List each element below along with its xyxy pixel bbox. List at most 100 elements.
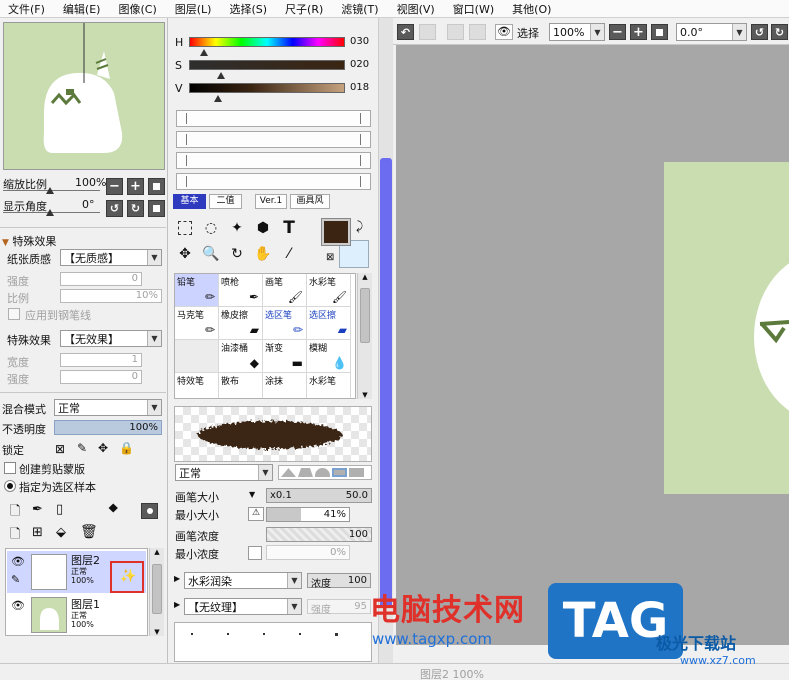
menu-item[interactable]: 窗口(W) (445, 0, 504, 17)
opacity-slider[interactable]: 100% (54, 420, 162, 435)
rotate-left-button[interactable]: ↺ (106, 200, 123, 217)
navigator-preview[interactable] (3, 22, 165, 170)
eye-icon[interactable]: 👁 (11, 599, 25, 612)
scroll-thumb[interactable] (360, 288, 370, 343)
menu-item[interactable]: 视图(V) (389, 0, 445, 17)
color-slider-row[interactable] (176, 173, 371, 190)
brush-cell[interactable]: 橡皮擦 ▰ (219, 307, 263, 340)
rotate-reset-button[interactable] (148, 200, 165, 217)
lasso-icon[interactable]: ◌ (201, 218, 221, 238)
brush-cell[interactable] (175, 340, 219, 373)
transparent-color-icon[interactable]: ⊠ (326, 252, 334, 263)
saturation-slider[interactable] (189, 60, 345, 70)
toolbar-zoom-reset-button[interactable] (651, 24, 668, 40)
brush-cell[interactable]: 模糊 💧 (307, 340, 351, 373)
undo-button[interactable]: ↶ (397, 24, 414, 40)
texture-select[interactable]: 【无纹理】 ▼ (184, 598, 302, 615)
hue-slider-handle[interactable] (200, 49, 208, 56)
menu-item[interactable]: 滤镜(T) (333, 0, 388, 17)
color-slider-row[interactable] (176, 110, 371, 127)
tab-basic[interactable]: 基本 (173, 194, 206, 209)
magic-wand-icon[interactable]: ✨ (120, 569, 136, 584)
brush-cell[interactable]: 特效笔 (175, 373, 219, 398)
canvas-area[interactable] (396, 45, 789, 645)
scroll-down-icon[interactable]: ▼ (150, 628, 164, 636)
invert-selection-button[interactable] (469, 24, 486, 40)
zoom-reset-button[interactable] (148, 178, 165, 195)
brush-size-slider[interactable]: x0.1 50.0 (266, 488, 372, 503)
saturation-slider-handle[interactable] (217, 72, 225, 79)
text-icon[interactable]: T (279, 218, 299, 238)
new-folder-icon[interactable]: ▯ (56, 502, 63, 517)
brush-cell[interactable]: 涂抹 (263, 373, 307, 398)
brush-shape-option[interactable] (332, 468, 347, 477)
width-field[interactable]: 1 (60, 353, 142, 367)
rotate-tool-icon[interactable]: ↻ (227, 244, 247, 264)
apply-pen-checkbox[interactable] (8, 308, 20, 320)
layer-row[interactable]: 👁 图层1 正常 100% (7, 595, 146, 635)
scroll-thumb[interactable] (152, 564, 162, 614)
min-size-slider[interactable]: 41% (266, 507, 350, 522)
shape-icon[interactable]: ⬢ (253, 218, 273, 238)
transfer-down-icon[interactable]: ⯁ (108, 502, 118, 517)
brush-cell[interactable]: 水彩笔 (307, 373, 351, 398)
blend-density-slider[interactable]: 浓度 100 (307, 573, 371, 590)
menu-item[interactable]: 编辑(E) (55, 0, 111, 17)
lock-move-icon[interactable]: ✥ (98, 441, 108, 455)
toolbar-zoom-out-button[interactable]: − (609, 24, 626, 40)
canvas-document[interactable] (664, 162, 789, 494)
lock-paint-icon[interactable]: ✎ (77, 441, 87, 455)
texture-strength-slider[interactable]: 强度 95 (307, 599, 371, 616)
paper-texture-select[interactable]: 【无质感】 ▼ (60, 249, 162, 266)
zoom-in-button[interactable]: + (127, 178, 144, 195)
strength-field[interactable]: 0 (60, 272, 142, 286)
brush-grid-scrollbar[interactable]: ▲ ▼ (357, 273, 372, 399)
foreground-color-swatch[interactable] (321, 218, 351, 246)
hand-icon[interactable]: ✋ (253, 244, 273, 264)
swap-colors-icon[interactable]: ⤸ (356, 219, 363, 234)
brush-cell[interactable]: 马克笔 ✏ (175, 307, 219, 340)
zoom-select[interactable]: 100% ▼ (549, 23, 605, 41)
color-slider-row[interactable] (176, 131, 371, 148)
size-dropdown-icon[interactable]: ▼ (249, 490, 255, 499)
menu-item[interactable]: 选择(S) (221, 0, 277, 17)
eye-toggle-icon[interactable]: 👁 (495, 24, 513, 40)
blend-mode-select[interactable]: 正常 ▼ (54, 399, 162, 416)
tab-artist-style[interactable]: 画具风 (290, 194, 330, 209)
menu-item[interactable]: 其他(O) (504, 0, 561, 17)
move-icon[interactable]: ✥ (175, 244, 195, 264)
delete-layer-icon[interactable]: 🗑 (80, 524, 98, 540)
min-density-slider[interactable]: 0% (266, 545, 350, 560)
expand-triangle-icon[interactable]: ▶ (174, 574, 180, 583)
eyedropper-icon[interactable]: ⁄ (279, 244, 299, 264)
tab-binary[interactable]: 二值 (209, 194, 242, 209)
brush-shape-option[interactable] (349, 468, 364, 477)
value-slider[interactable] (189, 83, 345, 93)
merge-all-icon[interactable]: ⬙ (56, 525, 66, 540)
rotate-right-button[interactable]: ↻ (127, 200, 144, 217)
brush-density-slider[interactable]: 100 (266, 527, 372, 542)
brush-cell[interactable]: 渐变 ▬ (263, 340, 307, 373)
magic-wand-tool-icon[interactable]: ✦ (227, 218, 247, 238)
brush-cell[interactable]: 散布 (219, 373, 263, 398)
layer-mask-button[interactable] (141, 503, 158, 519)
zoom-slider-handle[interactable] (46, 187, 54, 194)
layer-row[interactable]: 👁 ✎ 图层2 正常 100% ✨ (7, 551, 146, 593)
lock-all-icon[interactable]: 🔒 (119, 441, 134, 455)
lock-transparency-icon[interactable]: ⊠ (55, 442, 65, 456)
brush-shape-option[interactable] (315, 468, 330, 477)
brush-cell[interactable]: 油漆桶 ◆ (219, 340, 263, 373)
strength2-field[interactable]: 0 (60, 370, 142, 384)
brush-cell[interactable]: 水彩笔 🖌 (307, 274, 351, 307)
brush-shape-option[interactable] (281, 468, 296, 477)
menu-item[interactable]: 尺子(R) (277, 0, 333, 17)
layer-list-scrollbar[interactable]: ▲ ▼ (149, 548, 164, 636)
brush-cell[interactable]: 选区笔 ✏ (263, 307, 307, 340)
brush-shape-option[interactable] (298, 468, 313, 477)
brush-size-presets[interactable] (174, 622, 372, 662)
brush-cell[interactable]: 喷枪 ✒ (219, 274, 263, 307)
angle-select[interactable]: 0.0° ▼ (676, 23, 747, 41)
hue-slider[interactable] (189, 37, 345, 47)
brush-mode-select[interactable]: 正常 ▼ (175, 464, 273, 481)
toolbar-zoom-in-button[interactable]: + (630, 24, 647, 40)
